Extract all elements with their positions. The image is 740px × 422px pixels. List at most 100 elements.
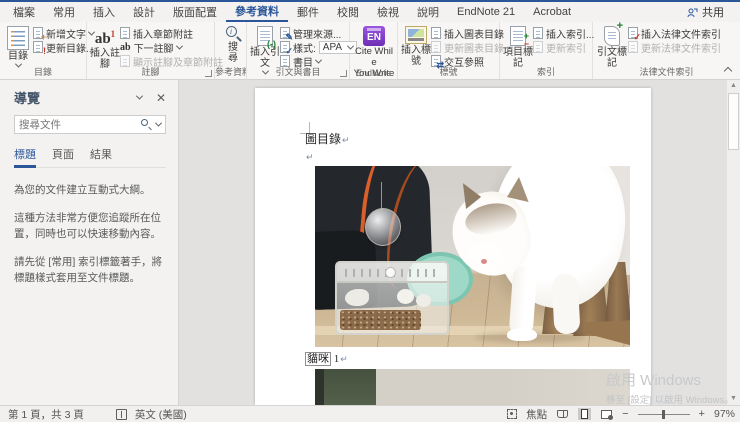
tab-endnote21[interactable]: EndNote 21 bbox=[448, 2, 524, 22]
group-label-research: 參考資料 bbox=[215, 67, 246, 77]
insert-tof-button[interactable]: 插入圖表目錄 bbox=[431, 26, 504, 41]
proofing-book-icon[interactable] bbox=[115, 408, 127, 420]
read-mode-icon bbox=[557, 410, 569, 418]
toc-button[interactable]: 目錄 bbox=[3, 24, 33, 68]
chevron-down-icon bbox=[314, 56, 323, 64]
group-label-citations: 引文與書目 bbox=[275, 67, 321, 77]
update-toa-icon bbox=[628, 41, 638, 53]
search-button[interactable]: i 搜尋 bbox=[218, 24, 248, 64]
scrollbar-down-icon[interactable]: ▼ bbox=[727, 393, 740, 405]
nav-help-paragraph: 請先從 [常用] 索引標籤著手，將標題樣式套用至文件標題。 bbox=[14, 256, 163, 284]
group-label-index: 索引 bbox=[536, 67, 555, 77]
next-footnote-button[interactable]: ab 下一註腳 bbox=[120, 40, 223, 55]
mark-entry-button[interactable]: + − 項目標記 bbox=[503, 24, 533, 69]
nav-tab-pages[interactable]: 頁面 bbox=[52, 146, 74, 162]
nav-pane-menu-icon[interactable] bbox=[135, 92, 143, 100]
share-button[interactable]: 共用 bbox=[677, 2, 734, 22]
insert-endnote-label: 插入章節附註 bbox=[133, 29, 193, 41]
smart-lookup-icon: i bbox=[225, 26, 242, 42]
print-layout-icon bbox=[581, 409, 589, 419]
update-tof-label: 更新圖表目錄 bbox=[444, 43, 504, 55]
update-tof-icon bbox=[431, 41, 441, 53]
web-layout-button[interactable] bbox=[600, 408, 614, 420]
tab-help[interactable]: 說明 bbox=[408, 2, 448, 22]
document-page[interactable]: 圖目錄↵ ↵ 貓咪 1↵ bbox=[255, 88, 651, 405]
close-icon[interactable]: ✕ bbox=[156, 91, 166, 105]
cwyw-line1: Cite While bbox=[354, 46, 393, 68]
scrollbar-thumb[interactable] bbox=[728, 93, 739, 150]
paragraph-mark: ↵ bbox=[340, 354, 348, 364]
tab-design[interactable]: 設計 bbox=[124, 2, 164, 22]
caption-number: 1 bbox=[333, 353, 340, 365]
main-area: 導覽 ✕ 標題 頁面 結果 為您的文件建立互動式大綱。 這種方法非常方便您追蹤所… bbox=[0, 80, 740, 405]
cat-photo-2[interactable] bbox=[315, 369, 630, 405]
search-button-label: 搜尋 bbox=[228, 42, 238, 64]
tab-mailings[interactable]: 郵件 bbox=[288, 2, 328, 22]
style-label: 樣式: bbox=[293, 43, 316, 55]
vertical-scrollbar[interactable]: ▲ ▼ bbox=[726, 80, 740, 405]
insert-endnote-button[interactable]: 插入章節附註 bbox=[120, 26, 223, 41]
mark-citation-button[interactable]: 引文標記 bbox=[596, 21, 628, 69]
group-citations: (-) 插入引文 ✎ 管理來源... ✓ 樣式: APA 書目 引文與書目 bbox=[247, 22, 358, 79]
tab-references[interactable]: 參考資料 bbox=[226, 2, 288, 22]
style-value: APA bbox=[322, 41, 343, 53]
insert-caption-button[interactable]: 插入標號 bbox=[401, 24, 431, 67]
zoom-in-button[interactable]: + bbox=[699, 408, 705, 420]
update-toc-icon: ! bbox=[33, 41, 46, 56]
read-mode-button[interactable] bbox=[556, 408, 569, 420]
navigation-pane: 導覽 ✕ 標題 頁面 結果 為您的文件建立互動式大綱。 這種方法非常方便您追蹤所… bbox=[0, 80, 179, 405]
nav-tab-results[interactable]: 結果 bbox=[90, 146, 112, 162]
chevron-down-icon[interactable] bbox=[154, 119, 163, 127]
citations-dialog-launcher-icon[interactable] bbox=[340, 70, 347, 77]
status-bar: 第 1 頁，共 3 頁 英文 (美國) 焦點 − + 97% bbox=[0, 405, 740, 422]
nav-help-paragraph: 為您的文件建立互動式大綱。 bbox=[14, 184, 151, 196]
page-count-status[interactable]: 第 1 頁，共 3 頁 bbox=[8, 407, 84, 422]
tab-layout[interactable]: 版面配置 bbox=[164, 2, 226, 22]
zoom-level[interactable]: 97% bbox=[714, 408, 735, 420]
group-table-of-authorities: 引文標記 ✓ 插入法律文件索引 更新法律文件索引 法律文件索引 bbox=[593, 21, 740, 79]
update-toc-button[interactable]: ! 更新目錄... bbox=[33, 40, 94, 56]
tab-acrobat[interactable]: Acrobat bbox=[524, 2, 580, 22]
focus-icon[interactable] bbox=[507, 409, 518, 419]
add-text-button[interactable]: + 新增文字 bbox=[33, 26, 96, 42]
focus-label[interactable]: 焦點 bbox=[526, 407, 547, 422]
cat-photo-1[interactable] bbox=[315, 166, 630, 347]
tab-home[interactable]: 常用 bbox=[44, 2, 84, 22]
insert-index-button[interactable]: 插入索引... bbox=[533, 26, 594, 41]
zoom-slider[interactable] bbox=[637, 409, 690, 419]
nav-search-box[interactable] bbox=[14, 115, 166, 134]
update-tof-button: 更新圖表目錄 bbox=[431, 40, 504, 55]
mark-entry-icon: + − bbox=[510, 26, 529, 49]
nav-tab-headings[interactable]: 標題 bbox=[14, 146, 36, 168]
update-index-button: 更新索引 bbox=[533, 40, 594, 55]
tab-view[interactable]: 檢視 bbox=[368, 2, 408, 22]
share-icon bbox=[687, 8, 698, 17]
insert-footnote-button[interactable]: ab1 插入註腳 bbox=[90, 24, 120, 70]
update-toa-label: 更新法律文件索引 bbox=[641, 43, 721, 55]
print-layout-button[interactable] bbox=[578, 408, 592, 420]
group-endnote: EN Cite While You Write EndNote bbox=[350, 22, 398, 79]
insert-caption-icon bbox=[405, 26, 427, 44]
group-footnotes: ab1 插入註腳 插入章節附註 ab 下一註腳 顯示註腳及章節附註 註腳 bbox=[87, 22, 223, 79]
tab-insert[interactable]: 插入 bbox=[84, 2, 124, 22]
insert-toa-label: 插入法律文件索引 bbox=[641, 29, 721, 41]
update-index-label: 更新索引 bbox=[546, 43, 586, 55]
add-text-icon: + bbox=[33, 27, 46, 42]
manage-sources-button[interactable]: ✎ 管理來源... bbox=[280, 26, 357, 42]
footnotes-dialog-launcher-icon[interactable] bbox=[205, 70, 212, 77]
insert-toa-button[interactable]: ✓ 插入法律文件索引 bbox=[628, 26, 721, 42]
search-input[interactable] bbox=[19, 118, 141, 131]
zoom-slider-thumb[interactable] bbox=[661, 409, 665, 419]
tab-review[interactable]: 校閱 bbox=[328, 2, 368, 22]
insert-citation-icon: (-) bbox=[257, 26, 276, 49]
tab-file[interactable]: 檔案 bbox=[4, 2, 44, 22]
insert-tof-label: 插入圖表目錄 bbox=[444, 29, 504, 41]
nav-pane-title: 導覽 bbox=[14, 91, 41, 106]
language-status[interactable]: 英文 (美國) bbox=[135, 407, 187, 422]
group-captions: 插入標號 插入圖表目錄 更新圖表目錄 ⇄ 交互參照 標號 bbox=[398, 22, 504, 79]
scrollbar-up-icon[interactable]: ▲ bbox=[727, 80, 740, 92]
next-footnote-label: 下一註腳 bbox=[133, 43, 174, 55]
zoom-out-button[interactable]: − bbox=[622, 408, 628, 420]
search-icon[interactable] bbox=[141, 119, 152, 131]
update-toa-button: 更新法律文件索引 bbox=[628, 40, 721, 55]
